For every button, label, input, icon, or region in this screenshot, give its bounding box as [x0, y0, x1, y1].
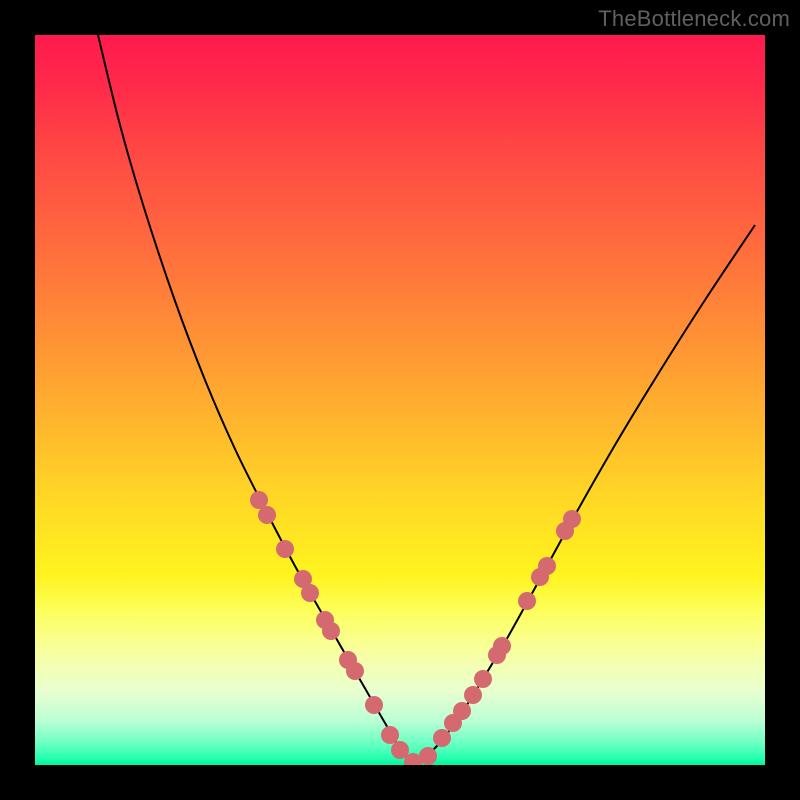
- curve-marker: [433, 729, 451, 747]
- curve-marker: [258, 506, 276, 524]
- bottleneck-curve: [98, 35, 755, 763]
- curve-marker: [474, 670, 492, 688]
- chart-frame: TheBottleneck.com: [0, 0, 800, 800]
- curve-marker: [563, 510, 581, 528]
- plot-svg: [35, 35, 765, 765]
- curve-markers: [250, 491, 581, 765]
- curve-marker: [365, 696, 383, 714]
- plot-area: [35, 35, 765, 765]
- curve-marker: [381, 726, 399, 744]
- curve-marker: [538, 557, 556, 575]
- curve-marker: [322, 622, 340, 640]
- curve-marker: [453, 702, 471, 720]
- curve-marker: [276, 540, 294, 558]
- watermark-text: TheBottleneck.com: [598, 6, 790, 32]
- curve-marker: [419, 747, 437, 765]
- curve-marker: [301, 584, 319, 602]
- curve-marker: [518, 592, 536, 610]
- curve-marker: [493, 637, 511, 655]
- curve-marker: [346, 662, 364, 680]
- curve-marker: [464, 686, 482, 704]
